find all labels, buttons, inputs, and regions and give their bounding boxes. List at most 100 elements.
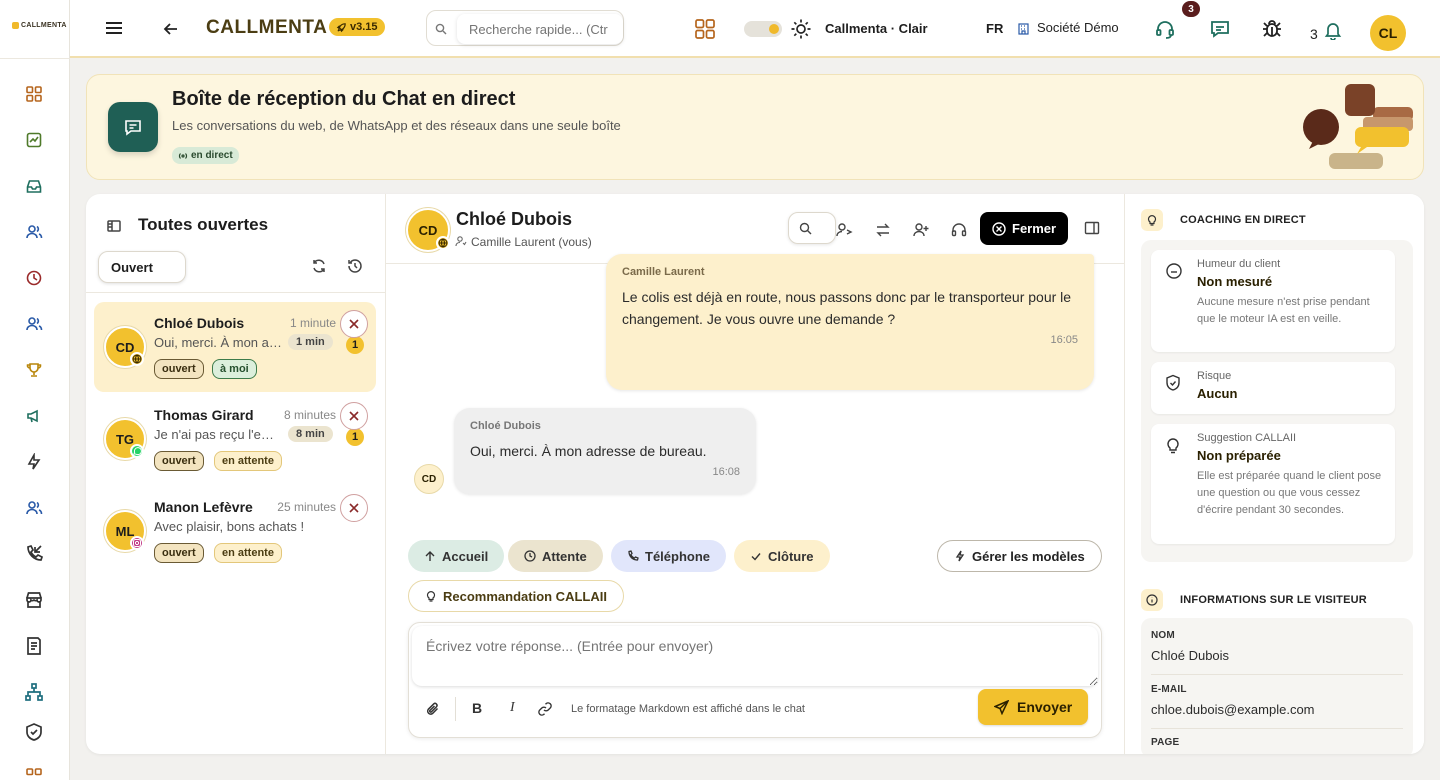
logo-text: CALLMENTA xyxy=(21,22,67,29)
quick-reply-welcome[interactable]: Accueil xyxy=(408,540,505,572)
campaign-icon[interactable] xyxy=(22,404,46,428)
trophy-icon[interactable] xyxy=(22,358,46,382)
conversation-list: Toutes ouvertes Ouvert CD Chloé Dubois 1… xyxy=(86,194,386,754)
theme-label: Callmenta · Clair xyxy=(825,21,928,36)
live-badge: en direct xyxy=(172,147,239,164)
chat-illustration xyxy=(1303,84,1413,169)
search-messages-button[interactable] xyxy=(788,212,836,244)
invoice-icon[interactable] xyxy=(22,634,46,658)
quick-reply-closing[interactable]: Clôture xyxy=(734,540,830,572)
link-icon[interactable] xyxy=(537,701,553,717)
conversation-name: Manon Lefèvre xyxy=(154,499,253,515)
contacts-icon[interactable] xyxy=(22,220,46,244)
client-message: Chloé Dubois Oui, merci. À mon adresse d… xyxy=(454,408,756,494)
close-chat-label: Fermer xyxy=(1012,221,1057,236)
version-badge: v3.15 xyxy=(329,18,385,36)
inbox-icon[interactable] xyxy=(22,174,46,198)
list-divider xyxy=(86,292,386,293)
coaching-title: COACHING EN DIRECT xyxy=(1180,214,1306,226)
bug-icon[interactable] xyxy=(1260,17,1284,41)
waiting-tag: en attente xyxy=(214,543,282,563)
transfer-icon[interactable] xyxy=(871,220,895,240)
history-icon[interactable] xyxy=(22,266,46,290)
org-chart-icon[interactable] xyxy=(22,680,46,704)
manage-templates-label: Gérer les modèles xyxy=(972,548,1085,564)
bold-button[interactable]: B xyxy=(472,700,482,716)
brand-title: CALLMENTA xyxy=(206,17,328,38)
list-title: Toutes ouvertes xyxy=(138,215,269,234)
message-time: 16:05 xyxy=(1050,334,1078,346)
manage-templates-button[interactable]: Gérer les modèles xyxy=(937,540,1102,572)
visitor-info-title: INFORMATIONS SUR LE VISITEUR xyxy=(1180,594,1367,606)
recommendation-label: Recommandation CALLAII xyxy=(443,588,607,604)
menu-icon[interactable] xyxy=(104,18,124,38)
user-avatar[interactable]: CL xyxy=(1370,15,1406,51)
conversation-item[interactable]: ML Manon Lefèvre 25 minutes Avec plaisir… xyxy=(94,486,376,576)
card-value: Non préparée xyxy=(1197,448,1281,463)
quick-reply-label: Clôture xyxy=(768,548,814,564)
quick-reply-phone[interactable]: Téléphone xyxy=(611,540,727,572)
italic-button[interactable]: I xyxy=(510,700,515,716)
back-arrow-icon[interactable] xyxy=(162,20,180,38)
toggle-side-panel-icon[interactable] xyxy=(1084,220,1100,236)
close-chat-button[interactable]: Fermer xyxy=(980,212,1069,245)
apps-grid-icon[interactable] xyxy=(694,18,716,40)
security-icon[interactable] xyxy=(22,720,46,744)
lightbulb-icon xyxy=(1141,209,1163,231)
card-description: Elle est préparée quand le client pose u… xyxy=(1197,470,1382,516)
theme-toggle-knob xyxy=(769,24,779,34)
lightbulb-icon xyxy=(1165,436,1181,454)
reports-icon[interactable] xyxy=(22,128,46,152)
sun-icon xyxy=(790,18,812,40)
waiting-tag: en attente xyxy=(214,451,282,471)
more-icon[interactable] xyxy=(22,764,46,780)
support-badge: 3 xyxy=(1182,1,1200,17)
close-circle-icon xyxy=(992,221,1006,236)
search-input[interactable] xyxy=(457,14,623,44)
conversation-item[interactable]: TG Thomas Girard 8 minutes Je n'ai pas r… xyxy=(94,394,376,484)
automation-icon[interactable] xyxy=(22,450,46,474)
company-selector[interactable]: Société Démo xyxy=(1037,20,1119,35)
info-value: Chloé Dubois xyxy=(1151,648,1230,663)
theme-toggle[interactable] xyxy=(744,21,782,37)
bell-icon[interactable] xyxy=(1324,20,1342,40)
call-headset-icon[interactable] xyxy=(947,220,971,240)
callback-icon[interactable] xyxy=(22,542,46,566)
version-label: v3.15 xyxy=(350,21,378,33)
reply-textarea[interactable] xyxy=(412,626,1098,686)
chat-icon[interactable] xyxy=(1209,18,1231,40)
close-conversation-button[interactable] xyxy=(340,494,368,522)
attach-icon[interactable] xyxy=(425,701,441,717)
check-icon xyxy=(750,550,762,562)
wait-duration: 1 min xyxy=(288,334,333,350)
history-icon[interactable] xyxy=(346,257,364,275)
contact-profile-icon[interactable] xyxy=(832,220,856,240)
lightbulb-icon xyxy=(425,590,437,602)
team-icon[interactable] xyxy=(22,312,46,336)
close-conversation-button[interactable] xyxy=(340,310,368,338)
close-conversation-button[interactable] xyxy=(340,402,368,430)
add-participant-icon[interactable] xyxy=(909,220,933,240)
dashboard-icon[interactable] xyxy=(22,82,46,106)
client-avatar: CD xyxy=(414,464,444,494)
message-composer: B I Le formatage Markdown est affiché da… xyxy=(408,622,1102,738)
conversation-preview: Je n'ai pas reçu l'email xyxy=(154,427,282,442)
toolbar-divider xyxy=(455,697,456,721)
conversation-item[interactable]: CD Chloé Dubois 1 minute Oui, merci. À m… xyxy=(94,302,376,392)
coaching-panel: COACHING EN DIRECT Humeur du client Non … xyxy=(1124,194,1424,754)
send-button[interactable]: Envoyer xyxy=(978,689,1089,725)
refresh-icon[interactable] xyxy=(310,257,328,275)
language-selector[interactable]: FR xyxy=(986,21,1003,36)
agent-message: Camille Laurent Le colis est déjà en rou… xyxy=(606,254,1094,390)
page-banner: Boîte de réception du Chat en direct Les… xyxy=(86,74,1424,180)
contact-name: Chloé Dubois xyxy=(456,209,572,229)
card-description: Aucune mesure n'est prise pendant que le… xyxy=(1197,296,1370,325)
headset-icon[interactable] xyxy=(1154,18,1176,40)
store-icon[interactable] xyxy=(22,588,46,612)
agents-icon[interactable] xyxy=(22,496,46,520)
recommendation-button[interactable]: Recommandation CALLAII xyxy=(408,580,624,612)
status-filter[interactable]: Ouvert xyxy=(98,251,186,283)
quick-reply-hold[interactable]: Attente xyxy=(508,540,603,572)
panel-layout-icon[interactable] xyxy=(106,218,122,234)
sidebar-logo[interactable]: CALLMENTA xyxy=(12,22,67,29)
